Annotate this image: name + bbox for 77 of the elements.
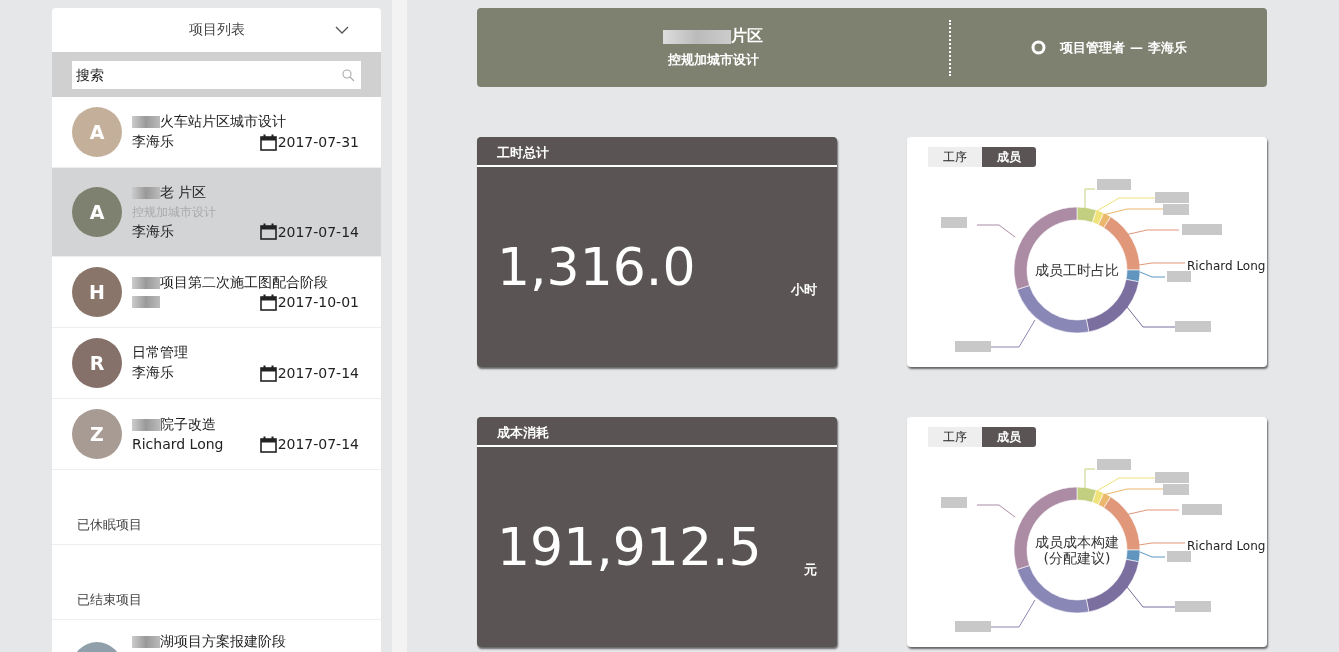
stat-title: 工时总计 [477, 144, 837, 167]
avatar: R [72, 338, 122, 388]
leader-line [1138, 542, 1186, 546]
blurred-label [1097, 179, 1131, 190]
leader-line [976, 224, 1016, 238]
calendar-icon [259, 364, 277, 382]
project-name: 项目第二次施工图配合阶段 [160, 273, 328, 292]
blurred-label [1182, 504, 1222, 515]
blurred-label [1155, 472, 1189, 483]
section-title[interactable]: 已结束项目 [77, 591, 142, 609]
leader-line [1138, 262, 1186, 266]
project-name: 日常管理 [132, 344, 188, 362]
project-name: 湖项目方案报建阶段 [160, 633, 286, 651]
leader-line [1139, 551, 1166, 558]
project-owner: 李海乐 [132, 133, 174, 151]
project-subtitle: 控规加城市设计 [667, 51, 759, 69]
blurred-label [1167, 551, 1191, 562]
leader-line [1126, 306, 1178, 328]
blurred-label [1155, 192, 1189, 203]
project-name: 院子改造 [160, 415, 216, 434]
project-title: 片区 [731, 26, 763, 47]
leader-line [1126, 586, 1178, 608]
stat-value: 1,316.0 [497, 237, 696, 297]
chart-tab[interactable]: 成员 [982, 147, 1036, 167]
calendar-icon [259, 293, 277, 311]
project-name: 火车站片区城市设计 [160, 113, 286, 131]
avatar: A [72, 187, 122, 237]
chart-center-title: 成员成本构建 [1035, 534, 1119, 550]
leader-line [1139, 271, 1166, 278]
blurred-label [1097, 459, 1131, 470]
chart-tab[interactable]: 工序 [928, 147, 982, 167]
calendar-icon [259, 223, 277, 240]
project-name: 老 片区 [160, 183, 207, 202]
project-date: 2017-07-14 [277, 223, 359, 240]
project-date: 2017-07-31 [277, 134, 359, 150]
chart-center-title: (分配建议) [1043, 550, 1111, 566]
project-date: 2017-07-14 [277, 436, 359, 452]
avatar: A [72, 107, 122, 157]
blurred-label [941, 497, 967, 508]
avatar: H [72, 267, 122, 317]
stat-value: 191,912.5 [497, 517, 762, 577]
project-owner: 李海乐 [132, 364, 174, 382]
member-label: Richard Long [1187, 259, 1266, 273]
project-owner: Richard Long [132, 436, 224, 452]
calendar-icon [259, 435, 277, 453]
leader-line [976, 504, 1016, 518]
search-field[interactable]: 搜索 [72, 61, 361, 89]
stat-unit: 小时 [791, 281, 817, 299]
project-item[interactable]: H 项目第二次施工图配合阶段 2017-10-01 [52, 257, 381, 328]
blurred-label [1163, 204, 1189, 215]
project-owner: 李海乐 [132, 222, 174, 241]
member-label: Richard Long [1187, 539, 1266, 553]
chart-tab[interactable]: 成员 [982, 427, 1036, 447]
project-date: 2017-10-01 [277, 294, 359, 310]
blurred-label [1167, 271, 1191, 282]
stat-title: 成本消耗 [477, 424, 837, 447]
blurred-label [1163, 484, 1189, 495]
chart-center-title: 成员工时占比 [1035, 262, 1119, 278]
blurred-label [955, 341, 991, 352]
calendar-icon [259, 133, 277, 151]
chevron-down-icon[interactable] [335, 26, 349, 35]
avatar: Z [72, 409, 122, 459]
blurred-label [941, 217, 967, 228]
project-item[interactable]: 湖项目方案报建阶段 [52, 620, 381, 652]
project-item[interactable]: Z 院子改造 Richard Long 2017-07-14 [52, 399, 381, 470]
project-date: 2017-07-14 [277, 365, 359, 381]
ring-icon [1031, 40, 1047, 55]
blurred-label [1182, 224, 1222, 235]
blurred-label [1175, 601, 1211, 612]
project-manager: 项目管理者 — 李海乐 [1060, 38, 1187, 57]
panel-title: 项目列表 [188, 21, 245, 39]
blurred-label [1175, 321, 1211, 332]
blurred-label [955, 621, 991, 632]
stat-unit: 元 [804, 561, 817, 579]
project-item[interactable]: R 日常管理 李海乐 2017-07-14 [52, 328, 381, 399]
chart-tab[interactable]: 工序 [928, 427, 982, 447]
section-title[interactable]: 已休眠项目 [77, 516, 142, 534]
